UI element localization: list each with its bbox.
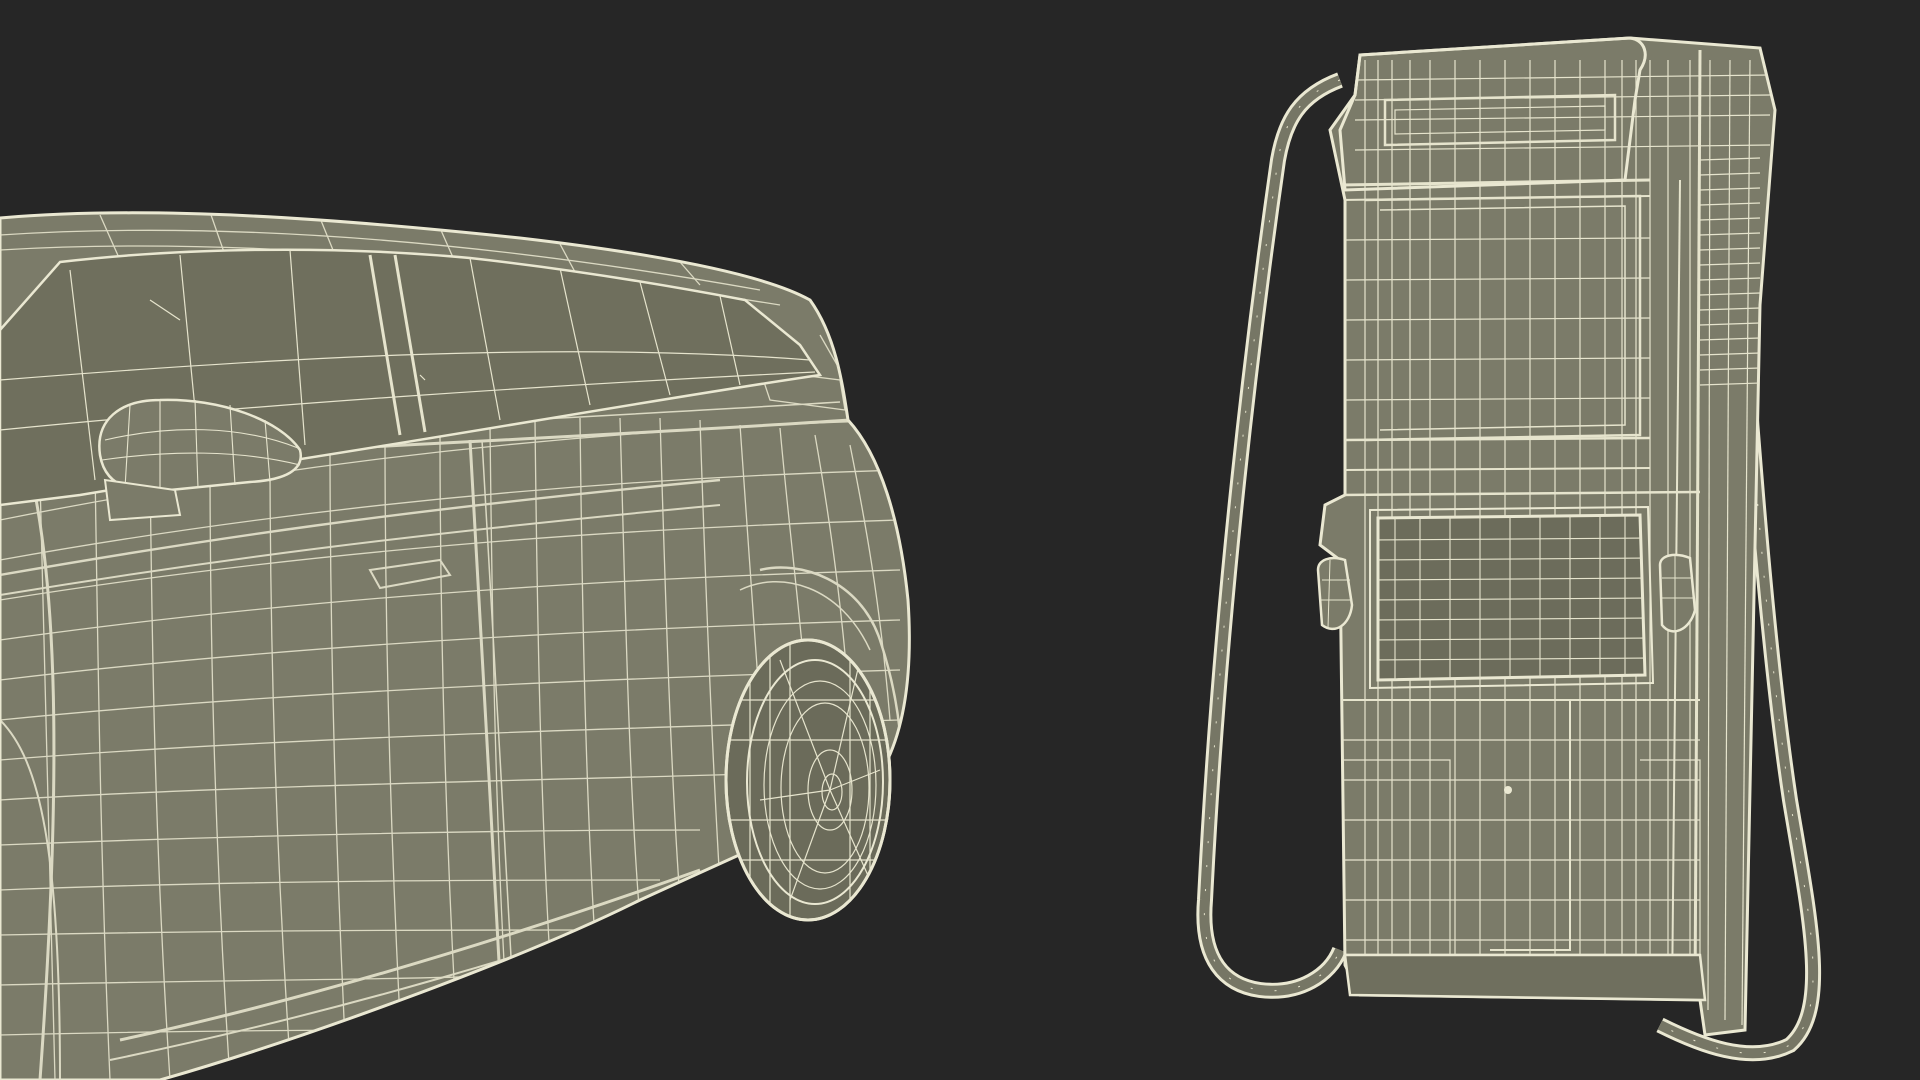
charger-base [1343,953,1707,1002]
wireframe-render [0,0,1920,1080]
car-wheel [724,638,892,922]
charger-connector-right [1658,553,1697,633]
wireframe-render-viewport [0,0,1920,1080]
charger-connector-left [1316,556,1354,631]
